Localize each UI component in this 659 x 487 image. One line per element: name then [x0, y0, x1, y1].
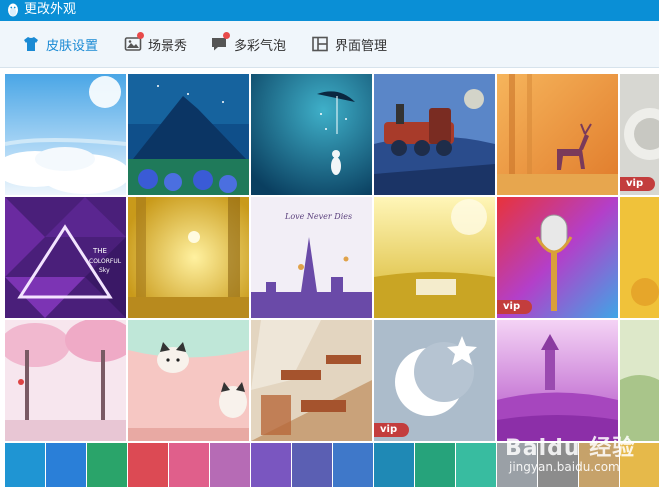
color-swatch[interactable] [538, 443, 578, 487]
window-title: 更改外观 [24, 2, 77, 17]
sky-clouds-image [5, 74, 126, 195]
skin-thumbnail[interactable] [251, 74, 372, 195]
color-swatch[interactable] [497, 443, 537, 487]
skin-thumbnail[interactable] [620, 320, 659, 441]
tab-label: 场景秀 [148, 38, 188, 54]
skin-thumbnail[interactable] [374, 74, 495, 195]
title-bar: 更改外观 [0, 0, 659, 21]
color-swatch[interactable] [620, 443, 659, 487]
color-swatch[interactable] [128, 443, 168, 487]
tab-label: 界面管理 [335, 38, 388, 54]
skin-thumbnail[interactable]: vip [497, 197, 618, 318]
chat-bubble-icon [210, 32, 230, 53]
tile-text: Love Never Dies [284, 212, 352, 221]
picture-icon [124, 32, 144, 53]
blue-mountain-image [128, 74, 249, 195]
purple-triangles-image: THE COLORFUL Sky [5, 197, 126, 318]
skin-thumbnail[interactable] [128, 320, 249, 441]
color-swatch[interactable] [251, 443, 291, 487]
steam-train-image [374, 74, 495, 195]
tile-text: THE [92, 247, 107, 255]
tshirt-icon [24, 37, 38, 51]
skin-thumbnail[interactable] [620, 197, 659, 318]
classroom-image [251, 320, 372, 441]
skin-thumbnail[interactable] [497, 320, 618, 441]
cherry-blossom-image [5, 320, 126, 441]
orange-deer-image [497, 74, 618, 195]
color-swatch[interactable] [456, 443, 496, 487]
tab-skin-settings[interactable]: 皮肤设置 [22, 21, 98, 67]
color-swatch[interactable] [374, 443, 414, 487]
golden-field-image [374, 197, 495, 318]
skin-thumbnail[interactable] [128, 197, 249, 318]
umbrella-rabbit-image [251, 74, 372, 195]
color-swatch-row [0, 443, 659, 487]
color-swatch[interactable] [333, 443, 373, 487]
color-swatch[interactable] [169, 443, 209, 487]
skin-thumbnail[interactable] [251, 320, 372, 441]
skin-thumbnail[interactable]: vip [620, 74, 659, 195]
cat-pink-image [128, 320, 249, 441]
vip-badge: vip [374, 423, 410, 437]
tab-interface-management[interactable]: 界面管理 [311, 21, 387, 67]
tab-label: 皮肤设置 [46, 38, 99, 54]
purple-castle-image [497, 320, 618, 441]
tab-colorful-bubbles[interactable]: 多彩气泡 [210, 21, 286, 67]
layout-icon [312, 36, 328, 52]
tile-text: Sky [99, 267, 110, 274]
skin-thumbnail[interactable]: vip [374, 320, 495, 441]
color-swatch[interactable] [292, 443, 332, 487]
tab-scene-show[interactable]: 场景秀 [124, 21, 187, 67]
toolbar: 皮肤设置 场景秀 多彩气泡 界面管理 [0, 21, 659, 68]
green-partial-image [620, 320, 659, 441]
yellow-forest-image [128, 197, 249, 318]
vip-badge: vip [620, 177, 656, 191]
skin-thumbnail[interactable] [374, 197, 495, 318]
skin-thumbnail[interactable] [5, 74, 126, 195]
vip-badge: vip [497, 300, 533, 314]
badge-dot [137, 32, 144, 39]
color-swatch[interactable] [5, 443, 45, 487]
color-swatch[interactable] [46, 443, 86, 487]
color-swatch[interactable] [87, 443, 127, 487]
badge-dot [223, 32, 230, 39]
tile-text: COLORFUL [89, 258, 122, 265]
skin-thumbnail[interactable] [5, 320, 126, 441]
skin-grid: vip THE COLORFUL Sky Love Never Dies vip… [0, 72, 659, 442]
penguin-logo-icon [8, 3, 18, 17]
color-swatch[interactable] [415, 443, 455, 487]
skin-thumbnail[interactable] [128, 74, 249, 195]
love-never-dies-image: Love Never Dies [251, 197, 372, 318]
tab-label: 多彩气泡 [234, 38, 287, 54]
skin-thumbnail[interactable]: THE COLORFUL Sky [5, 197, 126, 318]
skin-thumbnail[interactable]: Love Never Dies [251, 197, 372, 318]
skin-thumbnail[interactable] [497, 74, 618, 195]
color-swatch[interactable] [210, 443, 250, 487]
yellow-partial-image [620, 197, 659, 318]
color-swatch[interactable] [579, 443, 619, 487]
